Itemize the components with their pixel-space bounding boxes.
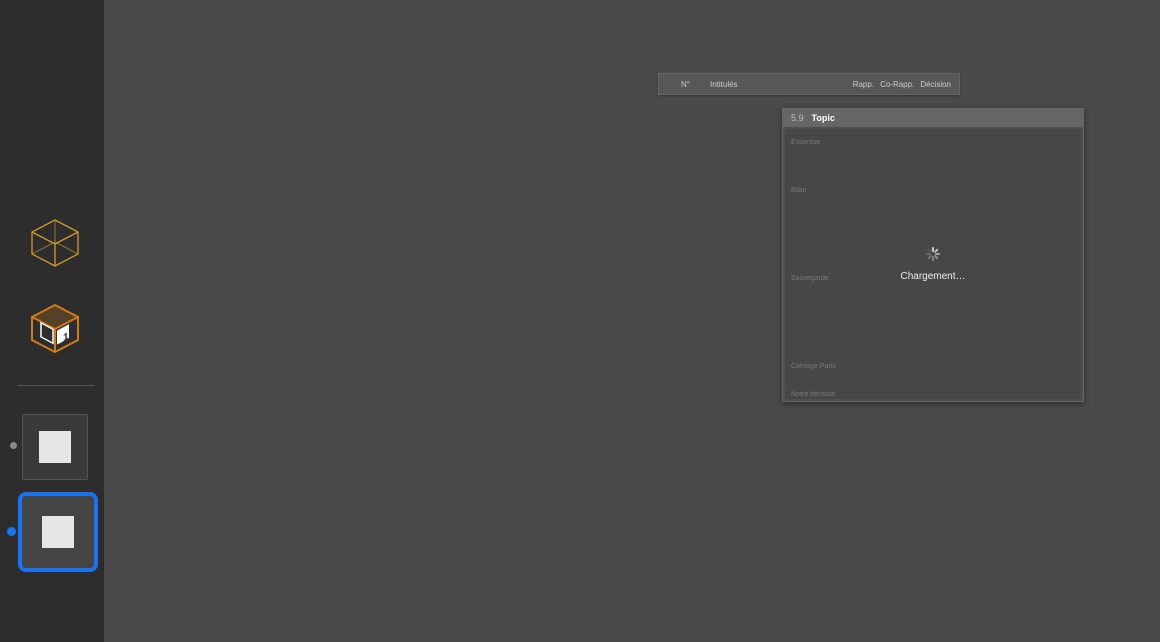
col-intitules: Intitulés — [710, 80, 738, 89]
cube-wireframe-icon[interactable] — [28, 216, 82, 270]
panel-body: Expertise Bilan Sauvegarde Carriage Pari… — [785, 129, 1081, 399]
loading-text: Chargement… — [900, 271, 965, 282]
svg-text:1: 1 — [63, 330, 69, 344]
slide-thumb-inner — [39, 431, 71, 463]
spinner-icon — [926, 247, 940, 261]
cube-numbered-icon[interactable]: 1 — [28, 302, 82, 356]
col-corapp: Co-Rapp. — [880, 80, 914, 89]
panel-number: 5.9 — [791, 113, 804, 123]
panel-topic: Topic — [812, 113, 835, 123]
slide-dot-2 — [7, 527, 16, 536]
detail-panel: 5.9 Topic Expertise Bilan Sauvegarde Car… — [782, 108, 1084, 402]
col-rapp: Rapp. — [853, 80, 874, 89]
canvas: N° Intitulés Rapp. Co-Rapp. Décision 5.9… — [104, 0, 1160, 642]
loading-overlay: Chargement… — [785, 129, 1081, 399]
slide-dot-1 — [10, 442, 17, 449]
slide-thumb-1[interactable] — [22, 414, 88, 480]
sidebar-divider — [17, 385, 95, 386]
slide-thumb-inner — [42, 516, 74, 548]
col-number: N° — [681, 80, 690, 89]
sidebar: 1 — [0, 0, 104, 642]
mini-table-header: N° Intitulés Rapp. Co-Rapp. Décision — [658, 73, 960, 95]
panel-title-bar: 5.9 Topic — [783, 109, 1083, 127]
col-decision: Décision — [920, 80, 951, 89]
slide-thumb-2[interactable] — [18, 492, 98, 572]
